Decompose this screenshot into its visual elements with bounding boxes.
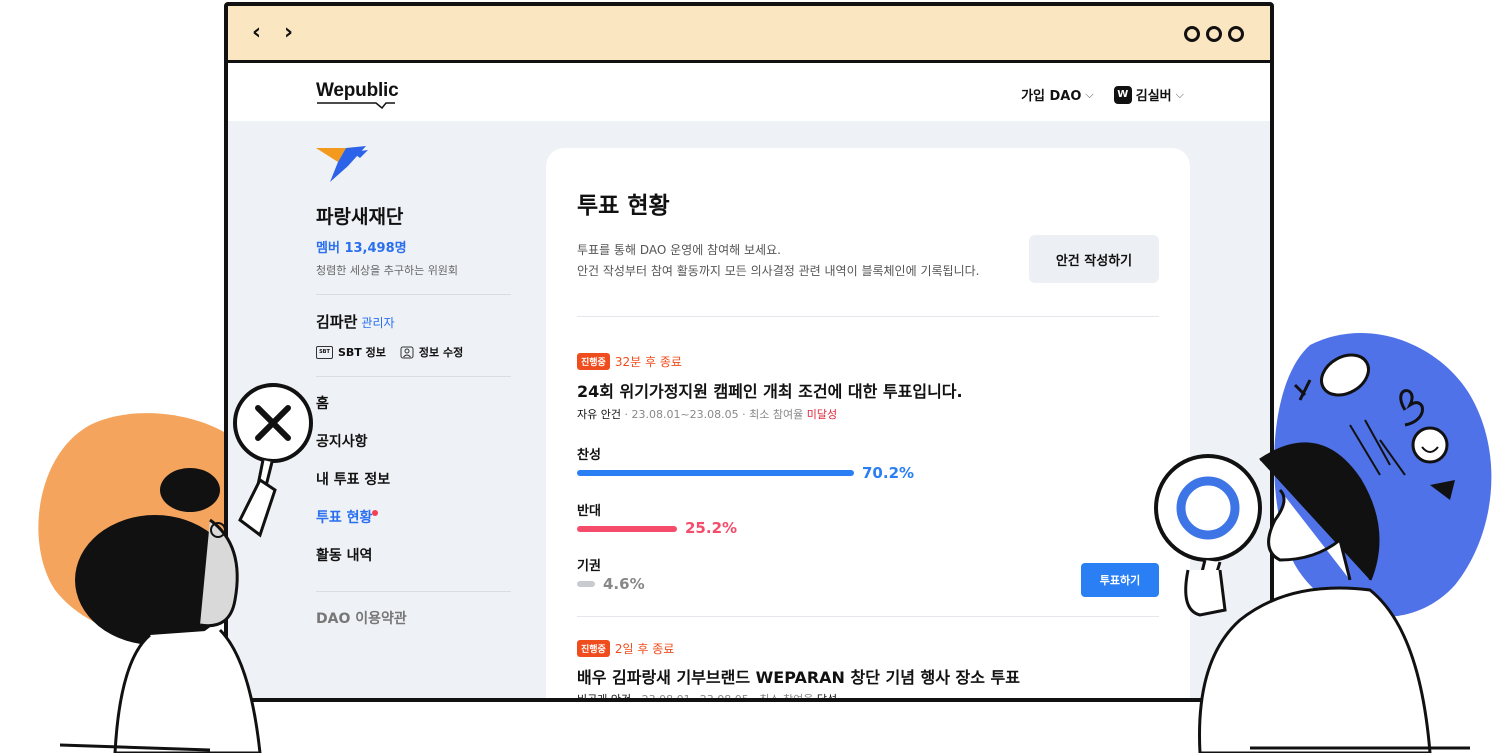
divider	[316, 376, 511, 377]
sbt-icon: SBT	[316, 345, 333, 359]
result-bar	[577, 581, 595, 587]
page-description: 투표를 통해 DAO 운영에 참여해 보세요. 안건 작성부터 참여 활동까지 …	[577, 240, 979, 282]
sbt-info-label: SBT 정보	[338, 346, 386, 359]
member-count: 멤버 13,498명	[316, 241, 407, 256]
sidebar-item-label: 투표 현황	[316, 510, 373, 526]
edit-profile-label: 정보 수정	[418, 346, 464, 359]
poll-title[interactable]: 24회 위기가정지원 캠페인 개최 조건에 대한 투표입니다.	[577, 378, 963, 402]
page-title: 투표 현황	[577, 193, 670, 219]
sbt-info-link[interactable]: SBT SBT 정보	[316, 344, 386, 360]
character-with-x-sign	[60, 383, 313, 753]
option-label: 기권	[577, 559, 601, 574]
org-description: 청렴한 세상을 추구하는 위원회	[316, 264, 459, 277]
poll-status-row: 진행중 2일 후 종료	[577, 638, 674, 657]
edit-profile-link[interactable]: 정보 수정	[400, 344, 463, 360]
divider	[577, 616, 1159, 617]
vote-status-card: 투표 현황 투표를 통해 DAO 운영에 참여해 보세요. 안건 작성부터 참여…	[546, 148, 1190, 702]
option-label: 찬성	[577, 448, 601, 463]
result-percent: 70.2%	[862, 464, 915, 482]
more-dots-icon[interactable]	[1184, 26, 1244, 42]
avatar: W	[1113, 85, 1132, 104]
chevron-down-icon: ⌵	[1175, 87, 1184, 101]
joined-dao-label: 가입 DAO	[1021, 89, 1082, 104]
deadline-text: 2일 후 종료	[614, 642, 675, 656]
chevron-right-icon[interactable]: ›	[284, 22, 293, 44]
poll-meta: 비공개 안건 · 23.08.01~23.08.05 · 최소 참여율 달성	[577, 691, 838, 702]
poll-type: 비공개 안건	[577, 693, 632, 702]
status-badge: 진행중	[577, 353, 610, 370]
status-badge: 진행중	[577, 640, 610, 657]
description-line: 투표를 통해 DAO 운영에 참여해 보세요.	[577, 243, 781, 257]
top-navigation: Wepublic 가입 DAO ⌵ W 김실버 ⌵	[228, 63, 1270, 121]
browser-titlebar: ‹ ›	[228, 6, 1270, 63]
profile-user-name: 김파란	[316, 313, 358, 331]
user-name-label: 김실버	[1135, 89, 1172, 104]
chevron-down-icon: ⌵	[1085, 87, 1094, 101]
poll-period: · 23.08.01~23.08.05 · 최소 참여율	[631, 693, 817, 702]
deadline-text: 32분 후 종료	[614, 355, 682, 369]
poll-type: 자유 안건	[577, 408, 621, 421]
result-percent: 25.2%	[685, 519, 738, 537]
poll-title[interactable]: 배우 김파랑새 기부브랜드 WEPARAN 창단 기념 행사 장소 투표	[577, 664, 1020, 688]
create-proposal-button[interactable]: 안건 작성하기	[1029, 235, 1159, 283]
divider	[316, 591, 511, 592]
sidebar-item-vote-status[interactable]: 투표 현황	[316, 499, 511, 537]
option-label: 반대	[577, 504, 601, 519]
result-bar	[577, 470, 854, 476]
participation-status: 달성	[816, 693, 838, 702]
logo-underline-icon	[317, 102, 395, 109]
sidebar-item-my-votes[interactable]: 내 투표 정보	[316, 461, 511, 499]
sidebar-item-notice[interactable]: 공지사항	[316, 423, 511, 461]
divider	[577, 316, 1159, 317]
user-role-label: 관리자	[361, 316, 395, 330]
poll-status-row: 진행중 32분 후 종료	[577, 351, 682, 370]
wepublic-logo[interactable]: Wepublic	[316, 80, 399, 102]
description-line: 안건 작성부터 참여 활동까지 모든 의사결정 관련 내역이 블록체인에 기록됩…	[577, 264, 980, 278]
sidebar: 파랑새재단 멤버 13,498명 청렴한 세상을 추구하는 위원회 김파란 관리자…	[316, 146, 511, 628]
participation-status: 미달성	[806, 408, 838, 421]
profile-edit-icon	[400, 346, 414, 358]
bird-logo-icon	[316, 146, 368, 182]
org-name: 파랑새재단	[316, 206, 404, 228]
sidebar-item-home[interactable]: 홈	[316, 385, 511, 423]
browser-window: ‹ › Wepublic 가입 DAO ⌵ W 김실버 ⌵ 파랑새재단 멤버 1…	[224, 2, 1274, 702]
result-bar	[577, 526, 677, 532]
poll-period: · 23.08.01~23.08.05 · 최소 참여율	[620, 408, 807, 421]
notification-dot-icon	[372, 510, 378, 516]
user-menu-dropdown[interactable]: W 김실버 ⌵	[1104, 85, 1184, 104]
poll-meta: 자유 안건 · 23.08.01~23.08.05 · 최소 참여율 미달성	[577, 406, 837, 422]
dao-terms-link[interactable]: DAO 이용약관	[316, 608, 511, 628]
divider	[316, 294, 511, 295]
sidebar-item-activity[interactable]: 활동 내역	[316, 537, 511, 575]
result-percent: 4.6%	[603, 575, 645, 593]
chevron-left-icon[interactable]: ‹	[252, 22, 261, 44]
character-with-o-sign	[1154, 442, 1470, 753]
profile-name: 김파란 관리자	[316, 311, 511, 332]
joined-dao-dropdown[interactable]: 가입 DAO ⌵	[1021, 85, 1094, 105]
